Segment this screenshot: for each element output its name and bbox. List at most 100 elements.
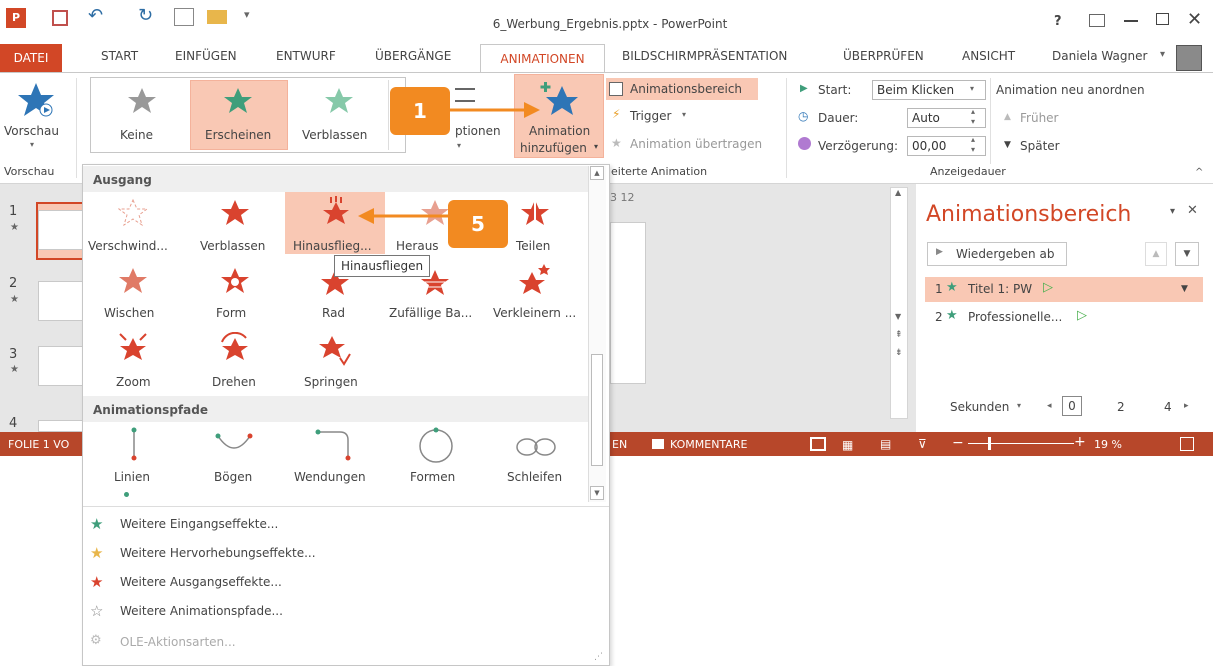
pane-close-icon[interactable]: ✕ (1187, 203, 1198, 218)
slide-thumbnail-3[interactable] (38, 346, 86, 386)
item-number-1: 1 (935, 282, 943, 296)
duration-spinner-icon[interactable]: ▴ ▾ (971, 107, 975, 127)
add-animation-star-icon (540, 82, 578, 115)
move-earlier-button[interactable]: Früher (1020, 111, 1059, 125)
callout-arrow-left-icon (358, 208, 450, 224)
timeline-left-icon[interactable]: ◂ (1047, 401, 1052, 411)
group-divider-2 (786, 78, 787, 178)
move-later-button[interactable]: Später (1020, 139, 1060, 153)
zoom-in-icon[interactable]: + (1074, 434, 1086, 450)
slideshow-icon[interactable]: ⊽ (918, 437, 927, 451)
dropdown-scroll-thumb[interactable] (591, 354, 603, 466)
slide-number-1: 1 (9, 204, 18, 219)
fit-to-window-icon[interactable] (1180, 437, 1194, 451)
more-motion-paths[interactable]: Weitere Animationspfade... (120, 604, 283, 618)
animation-list-item-2[interactable] (925, 305, 1203, 330)
path-arcs-icon (215, 433, 253, 449)
dropdown-scroll-up-icon[interactable]: ▲ (590, 166, 604, 180)
zoom-slider[interactable] (968, 443, 1074, 444)
effect-options-dropdown-icon[interactable]: ▾ (457, 141, 461, 150)
save-icon[interactable] (52, 10, 68, 26)
customize-quick-access-icon[interactable]: ▾ (244, 8, 250, 21)
effect-options-label[interactable]: ptionen (455, 124, 501, 138)
pane-options-icon[interactable]: ▾ (1170, 206, 1175, 217)
normal-view-icon[interactable] (810, 437, 826, 451)
preview-button[interactable] (4, 78, 68, 158)
avatar[interactable] (1176, 45, 1202, 71)
slide-thumbnail-4[interactable] (38, 420, 86, 432)
trigger-dropdown-icon[interactable]: ▾ (682, 110, 686, 119)
start-presentation-icon[interactable] (174, 8, 194, 26)
open-folder-icon[interactable] (207, 10, 227, 24)
duration-label: Dauer: (818, 111, 859, 125)
path-label-formen: Formen (410, 470, 456, 484)
tab-einfuegen[interactable]: EINFÜGEN (175, 49, 237, 63)
callout-arrow-right-icon (450, 102, 540, 118)
ole-action-verbs[interactable]: OLE-Aktionsarten... (120, 635, 236, 649)
tab-ansicht[interactable]: ANSICHT (962, 49, 1015, 63)
slide-thumbnail-2[interactable] (38, 281, 86, 321)
previous-slide-icon[interactable]: ⇞ (895, 330, 903, 340)
timeline-right-icon[interactable]: ▸ (1184, 401, 1189, 411)
scroll-up-icon[interactable]: ▲ (895, 188, 901, 197)
seconds-dropdown[interactable]: Sekunden (950, 400, 1009, 414)
user-dropdown-icon[interactable]: ▾ (1160, 49, 1165, 60)
animation-painter-button[interactable]: Animation übertragen (630, 137, 762, 151)
zoom-slider-thumb[interactable] (988, 437, 991, 450)
tab-bildschirmpraesentation[interactable]: BILDSCHIRMPRÄSENTATION (622, 49, 787, 63)
move-down-button[interactable]: ▼ (1175, 242, 1199, 266)
user-name[interactable]: Daniela Wagner (1052, 49, 1147, 63)
preview-button-label: Vorschau (4, 124, 59, 138)
timing-bar-icon: ▷ (1077, 308, 1087, 323)
minimize-button[interactable] (1124, 20, 1138, 22)
tab-uebergaenge[interactable]: ÜBERGÄNGE (375, 49, 451, 63)
comments-button[interactable]: KOMMENTARE (670, 438, 747, 451)
tab-start[interactable]: START (101, 49, 138, 63)
tab-datei[interactable]: DATEI (0, 44, 62, 72)
fade-star-icon (325, 88, 353, 113)
tab-ueberpruefen[interactable]: ÜBERPRÜFEN (843, 49, 924, 63)
more-entrance-effects[interactable]: Weitere Eingangseffekte... (120, 517, 278, 531)
dropdown-scroll-down-icon[interactable]: ▼ (590, 486, 604, 500)
item-dropdown-icon[interactable]: ▼ (1181, 284, 1188, 294)
slide-sorter-icon[interactable]: ▦ (842, 438, 853, 452)
next-slide-icon[interactable]: ⇟ (895, 348, 903, 358)
tab-entwurf[interactable]: ENTWURF (276, 49, 336, 63)
ribbon-display-options-icon[interactable] (1089, 14, 1105, 27)
help-button[interactable]: ? (1054, 14, 1062, 29)
collapse-ribbon-icon[interactable]: ^ (1195, 167, 1203, 178)
zoom-out-icon[interactable]: − (952, 435, 964, 451)
maximize-button[interactable] (1156, 13, 1169, 25)
resize-grip-icon[interactable]: ⋰ (594, 652, 603, 662)
path-loops-icon (516, 438, 556, 456)
exit-fly-out-icon (323, 196, 349, 224)
delay-spinner-icon[interactable]: ▴ ▾ (971, 135, 975, 155)
tab-animationen[interactable]: ANIMATIONEN (480, 44, 605, 73)
trigger-button[interactable]: Trigger (630, 109, 671, 123)
close-button[interactable]: ✕ (1187, 9, 1202, 30)
preview-star-icon (18, 83, 54, 117)
reading-view-icon[interactable]: ▤ (880, 437, 891, 451)
scroll-down-icon[interactable]: ▼ (895, 312, 901, 321)
seconds-dropdown-icon[interactable]: ▾ (1017, 401, 1021, 410)
more-exit-effects[interactable]: Weitere Ausgangseffekte... (120, 575, 282, 589)
animation-list-item-1[interactable] (925, 277, 1203, 302)
undo-icon[interactable]: ↶ (88, 5, 103, 26)
start-select[interactable]: Beim Klicken (872, 80, 986, 100)
editor-scrollbar[interactable] (890, 187, 908, 419)
effect-label-verschwinden: Verschwind... (88, 239, 168, 253)
zoom-level[interactable]: 19 % (1094, 438, 1122, 451)
notes-button[interactable]: EN (612, 438, 627, 451)
slide-number-3: 3 (9, 347, 18, 362)
move-up-button[interactable]: ▲ (1145, 242, 1167, 266)
effect-label-verblassen: Verblassen (200, 239, 266, 253)
effect-label-zoom: Zoom (116, 375, 151, 389)
preview-dropdown-icon[interactable]: ▾ (30, 140, 34, 149)
more-emphasis-effects[interactable]: Weitere Hervorhebungseffekte... (120, 546, 316, 560)
animation-pane-label: Animationsbereich (630, 82, 743, 96)
start-dropdown-icon[interactable]: ▾ (970, 84, 974, 93)
slide-thumbnail-1[interactable] (38, 210, 86, 250)
slide-canvas[interactable] (610, 222, 646, 384)
repeat-icon[interactable]: ↻ (138, 5, 153, 26)
entrance-star-icon: ★ (946, 308, 958, 323)
